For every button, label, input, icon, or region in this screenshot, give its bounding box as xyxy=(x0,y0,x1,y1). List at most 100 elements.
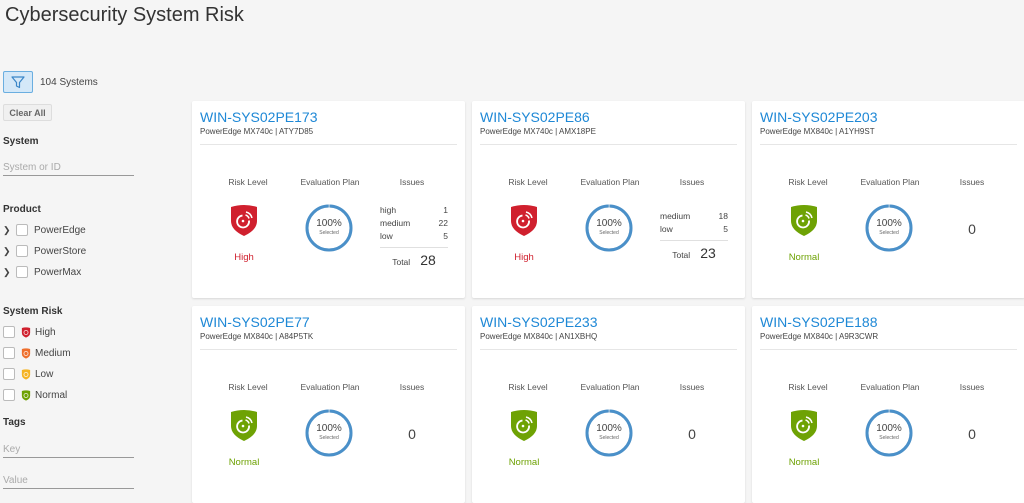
system-model-id: PowerEdge MX840c | A9R3CWR xyxy=(760,332,879,341)
evaluation-plan-header: Evaluation Plan xyxy=(860,177,920,187)
system-card[interactable]: WIN-SYS02PE86 PowerEdge MX740c | AMX18PE… xyxy=(472,101,745,298)
issue-row: medium 18 xyxy=(660,210,728,223)
risk-shield-low-icon xyxy=(21,368,31,380)
total-value: 28 xyxy=(420,252,436,268)
risk-shield-icon xyxy=(791,205,817,236)
evaluation-plan-percent: 100% xyxy=(876,218,902,229)
tag-value-input[interactable] xyxy=(3,473,134,489)
issue-count: 22 xyxy=(438,218,448,228)
issues-divider xyxy=(380,247,448,248)
evaluation-plan-percent: 100% xyxy=(596,423,622,434)
product-item-label: PowerStore xyxy=(34,245,87,257)
issue-severity: high xyxy=(380,205,397,215)
system-card[interactable]: WIN-SYS02PE203 PowerEdge MX840c | A1YH9S… xyxy=(752,101,1024,298)
risk-level-header: Risk Level xyxy=(228,177,268,187)
system-name-link[interactable]: WIN-SYS02PE173 xyxy=(200,109,318,125)
product-filter-label: Product xyxy=(3,204,41,215)
system-name-link[interactable]: WIN-SYS02PE203 xyxy=(760,109,878,125)
system-model-id: PowerEdge MX840c | A84P5TK xyxy=(200,332,314,341)
filter-toggle-button[interactable] xyxy=(3,71,33,93)
chevron-right-icon[interactable]: ❯ xyxy=(3,225,11,236)
system-name-link[interactable]: WIN-SYS02PE77 xyxy=(200,314,310,330)
product-item-powermax[interactable]: ❯ PowerMax xyxy=(3,265,81,279)
evaluation-plan-selected-label: Selected xyxy=(879,435,899,441)
checkbox[interactable] xyxy=(3,347,15,359)
system-card[interactable]: WIN-SYS02PE233 PowerEdge MX840c | AN1XBH… xyxy=(472,306,745,503)
system-card[interactable]: WIN-SYS02PE77 PowerEdge MX840c | A84P5TK… xyxy=(192,306,465,503)
risk-item-normal[interactable]: Normal xyxy=(3,388,67,402)
checkbox[interactable] xyxy=(3,368,15,380)
issue-count: 1 xyxy=(443,205,448,215)
product-item-powerstore[interactable]: ❯ PowerStore xyxy=(3,244,86,258)
evaluation-plan-selected-label: Selected xyxy=(319,230,339,236)
evaluation-plan-selected-label: Selected xyxy=(879,230,899,236)
risk-level-header: Risk Level xyxy=(788,382,828,392)
issue-severity: medium xyxy=(380,218,411,228)
issue-severity: low xyxy=(380,231,393,241)
issues-count: 0 xyxy=(408,426,416,442)
evaluation-plan-selected-label: Selected xyxy=(599,435,619,441)
evaluation-plan-percent: 100% xyxy=(316,423,342,434)
system-name-link[interactable]: WIN-SYS02PE233 xyxy=(480,314,598,330)
risk-level-header: Risk Level xyxy=(508,177,548,187)
issues-count: 0 xyxy=(688,426,696,442)
checkbox[interactable] xyxy=(3,326,15,338)
card-divider xyxy=(480,349,737,350)
issues-header: Issues xyxy=(959,177,985,187)
risk-shield-icon xyxy=(791,410,817,441)
tag-key-input[interactable] xyxy=(3,442,134,458)
checkbox[interactable] xyxy=(16,245,28,257)
issue-row: low 5 xyxy=(660,223,728,236)
system-search-input[interactable] xyxy=(3,160,134,176)
total-label: Total xyxy=(392,257,411,267)
card-divider xyxy=(760,349,1017,350)
issues-breakdown: medium 18 low 5 Total 23 xyxy=(660,210,728,261)
checkbox[interactable] xyxy=(16,266,28,278)
risk-item-high[interactable]: High xyxy=(3,325,56,339)
total-label: Total xyxy=(672,250,691,260)
chevron-right-icon[interactable]: ❯ xyxy=(3,246,11,257)
system-risk-filter-label: System Risk xyxy=(3,306,63,317)
risk-shield-icon xyxy=(511,205,537,236)
evaluation-plan-header: Evaluation Plan xyxy=(860,382,920,392)
issues-header: Issues xyxy=(679,177,705,187)
issue-count: 18 xyxy=(718,211,728,221)
risk-level-value: High xyxy=(514,252,534,263)
chevron-right-icon[interactable]: ❯ xyxy=(3,267,11,278)
system-model-id: PowerEdge MX740c | ATY7D85 xyxy=(200,127,314,136)
tags-filter-label: Tags xyxy=(3,417,26,428)
issues-divider xyxy=(660,240,728,241)
issues-breakdown: high 1 medium 22 low 5 Total 28 xyxy=(380,204,448,268)
risk-level-value: Normal xyxy=(788,457,820,468)
system-card[interactable]: WIN-SYS02PE173 PowerEdge MX740c | ATY7D8… xyxy=(192,101,465,298)
risk-level-header: Risk Level xyxy=(228,382,268,392)
risk-level-value: Normal xyxy=(508,457,540,468)
issues-count: 0 xyxy=(968,221,976,237)
card-divider xyxy=(200,349,457,350)
risk-item-low[interactable]: Low xyxy=(3,367,53,381)
issues-count: 0 xyxy=(968,426,976,442)
issue-row: low 5 xyxy=(380,230,448,243)
checkbox[interactable] xyxy=(3,389,15,401)
card-divider xyxy=(200,144,457,145)
card-divider xyxy=(760,144,1017,145)
evaluation-plan-header: Evaluation Plan xyxy=(300,177,360,187)
risk-shield-icon xyxy=(231,205,257,236)
system-model-id: PowerEdge MX740c | AMX18PE xyxy=(480,127,596,136)
product-item-poweredge[interactable]: ❯ PowerEdge xyxy=(3,223,86,237)
system-model-id: PowerEdge MX840c | AN1XBHQ xyxy=(480,332,598,341)
systems-count: 104 Systems xyxy=(40,77,98,88)
page-title: Cybersecurity System Risk xyxy=(5,4,244,26)
risk-item-medium[interactable]: Medium xyxy=(3,346,71,360)
system-name-link[interactable]: WIN-SYS02PE86 xyxy=(480,109,590,125)
risk-shield-normal-icon xyxy=(21,389,31,401)
system-card[interactable]: WIN-SYS02PE188 PowerEdge MX840c | A9R3CW… xyxy=(752,306,1024,503)
issue-row: medium 22 xyxy=(380,217,448,230)
issues-total: Total 23 xyxy=(660,245,728,261)
clear-all-button[interactable]: Clear All xyxy=(3,104,52,121)
evaluation-plan-selected-label: Selected xyxy=(319,435,339,441)
checkbox[interactable] xyxy=(16,224,28,236)
evaluation-plan-header: Evaluation Plan xyxy=(580,177,640,187)
system-name-link[interactable]: WIN-SYS02PE188 xyxy=(760,314,878,330)
risk-item-label: Medium xyxy=(35,347,71,359)
